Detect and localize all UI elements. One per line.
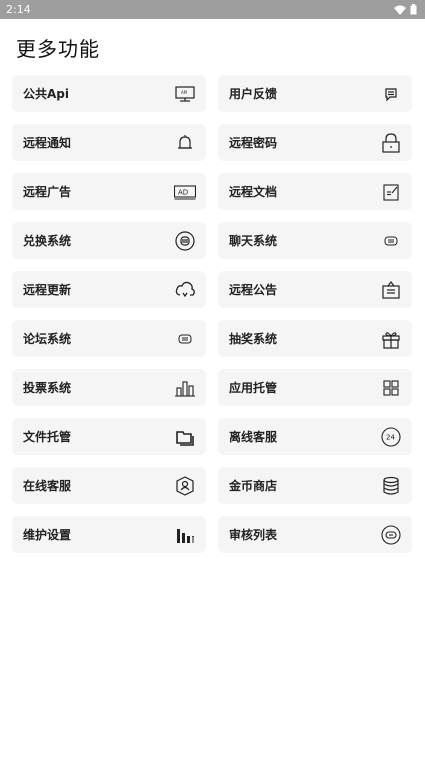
svg-text:AD: AD bbox=[178, 188, 188, 196]
svg-text:24: 24 bbox=[386, 433, 395, 441]
feature-item-exchange[interactable]: 兑换系统 bbox=[12, 222, 206, 259]
feature-item-coin-shop[interactable]: 金币商店 bbox=[218, 467, 412, 504]
feature-item-remote-ad[interactable]: 远程广告 AD bbox=[12, 173, 206, 210]
feature-grid: 公共Api API 用户反馈 远程通知 远程密码 远程广告 AD 远程文档 兑换… bbox=[12, 75, 412, 553]
service-24h-icon: 24 bbox=[380, 426, 402, 448]
feature-item-review-list[interactable]: 审核列表 bbox=[218, 516, 412, 553]
bar-chart-icon bbox=[174, 377, 196, 399]
feature-item-remote-notify[interactable]: 远程通知 bbox=[12, 124, 206, 161]
feature-label: 文件托管 bbox=[23, 430, 72, 444]
feedback-icon bbox=[380, 83, 402, 105]
feature-item-user-feedback[interactable]: 用户反馈 bbox=[218, 75, 412, 112]
lock-icon bbox=[380, 132, 402, 154]
feature-item-app-hosting[interactable]: 应用托管 bbox=[218, 369, 412, 406]
feature-item-forum[interactable]: 论坛系统 bbox=[12, 320, 206, 357]
folder-icon bbox=[174, 426, 196, 448]
feature-label: 公共Api bbox=[23, 87, 69, 101]
maintenance-bars-icon bbox=[174, 524, 196, 546]
feature-item-remote-update[interactable]: 远程更新 bbox=[12, 271, 206, 308]
status-bar: 2:14 bbox=[0, 0, 425, 19]
monitor-api-icon: API bbox=[174, 83, 196, 105]
feature-label: 远程广告 bbox=[23, 185, 72, 199]
document-edit-icon bbox=[380, 181, 402, 203]
wifi-icon bbox=[394, 5, 406, 15]
review-icon bbox=[380, 524, 402, 546]
feature-item-file-hosting[interactable]: 文件托管 bbox=[12, 418, 206, 455]
feature-item-maintenance[interactable]: 维护设置 bbox=[12, 516, 206, 553]
feature-label: 远程更新 bbox=[23, 283, 72, 297]
feature-item-remote-announcement[interactable]: 远程公告 bbox=[218, 271, 412, 308]
feature-label: 远程密码 bbox=[229, 136, 278, 150]
gift-icon bbox=[380, 328, 402, 350]
status-icons bbox=[394, 4, 417, 15]
ad-icon: AD bbox=[174, 181, 196, 203]
feature-label: 审核列表 bbox=[229, 528, 278, 542]
feature-label: 远程文档 bbox=[229, 185, 278, 199]
coin-stack-icon bbox=[380, 475, 402, 497]
chat-icon bbox=[380, 230, 402, 252]
feature-label: 用户反馈 bbox=[229, 87, 278, 101]
cloud-sync-icon bbox=[174, 279, 196, 301]
apps-grid-icon bbox=[380, 377, 402, 399]
announcement-icon bbox=[380, 279, 402, 301]
forum-icon bbox=[174, 328, 196, 350]
feature-item-remote-password[interactable]: 远程密码 bbox=[218, 124, 412, 161]
feature-label: 聊天系统 bbox=[229, 234, 278, 248]
feature-item-chat[interactable]: 聊天系统 bbox=[218, 222, 412, 259]
status-time: 2:14 bbox=[6, 3, 31, 16]
exchange-icon bbox=[174, 230, 196, 252]
svg-text:API: API bbox=[181, 90, 187, 95]
feature-label: 在线客服 bbox=[23, 479, 72, 493]
feature-item-remote-document[interactable]: 远程文档 bbox=[218, 173, 412, 210]
feature-item-voting[interactable]: 投票系统 bbox=[12, 369, 206, 406]
feature-label: 论坛系统 bbox=[23, 332, 72, 346]
feature-label: 远程公告 bbox=[229, 283, 278, 297]
feature-item-lottery[interactable]: 抽奖系统 bbox=[218, 320, 412, 357]
feature-label: 兑换系统 bbox=[23, 234, 72, 248]
feature-item-offline-service[interactable]: 离线客服 24 bbox=[218, 418, 412, 455]
feature-label: 应用托管 bbox=[229, 381, 278, 395]
feature-label: 维护设置 bbox=[23, 528, 72, 542]
feature-label: 离线客服 bbox=[229, 430, 278, 444]
feature-label: 投票系统 bbox=[23, 381, 72, 395]
feature-label: 金币商店 bbox=[229, 479, 278, 493]
feature-item-online-service[interactable]: 在线客服 bbox=[12, 467, 206, 504]
feature-label: 远程通知 bbox=[23, 136, 72, 150]
feature-item-public-api[interactable]: 公共Api API bbox=[12, 75, 206, 112]
page-title: 更多功能 bbox=[16, 37, 100, 61]
feature-label: 抽奖系统 bbox=[229, 332, 278, 346]
bell-icon bbox=[174, 132, 196, 154]
online-service-icon bbox=[174, 475, 196, 497]
battery-icon bbox=[410, 4, 417, 15]
